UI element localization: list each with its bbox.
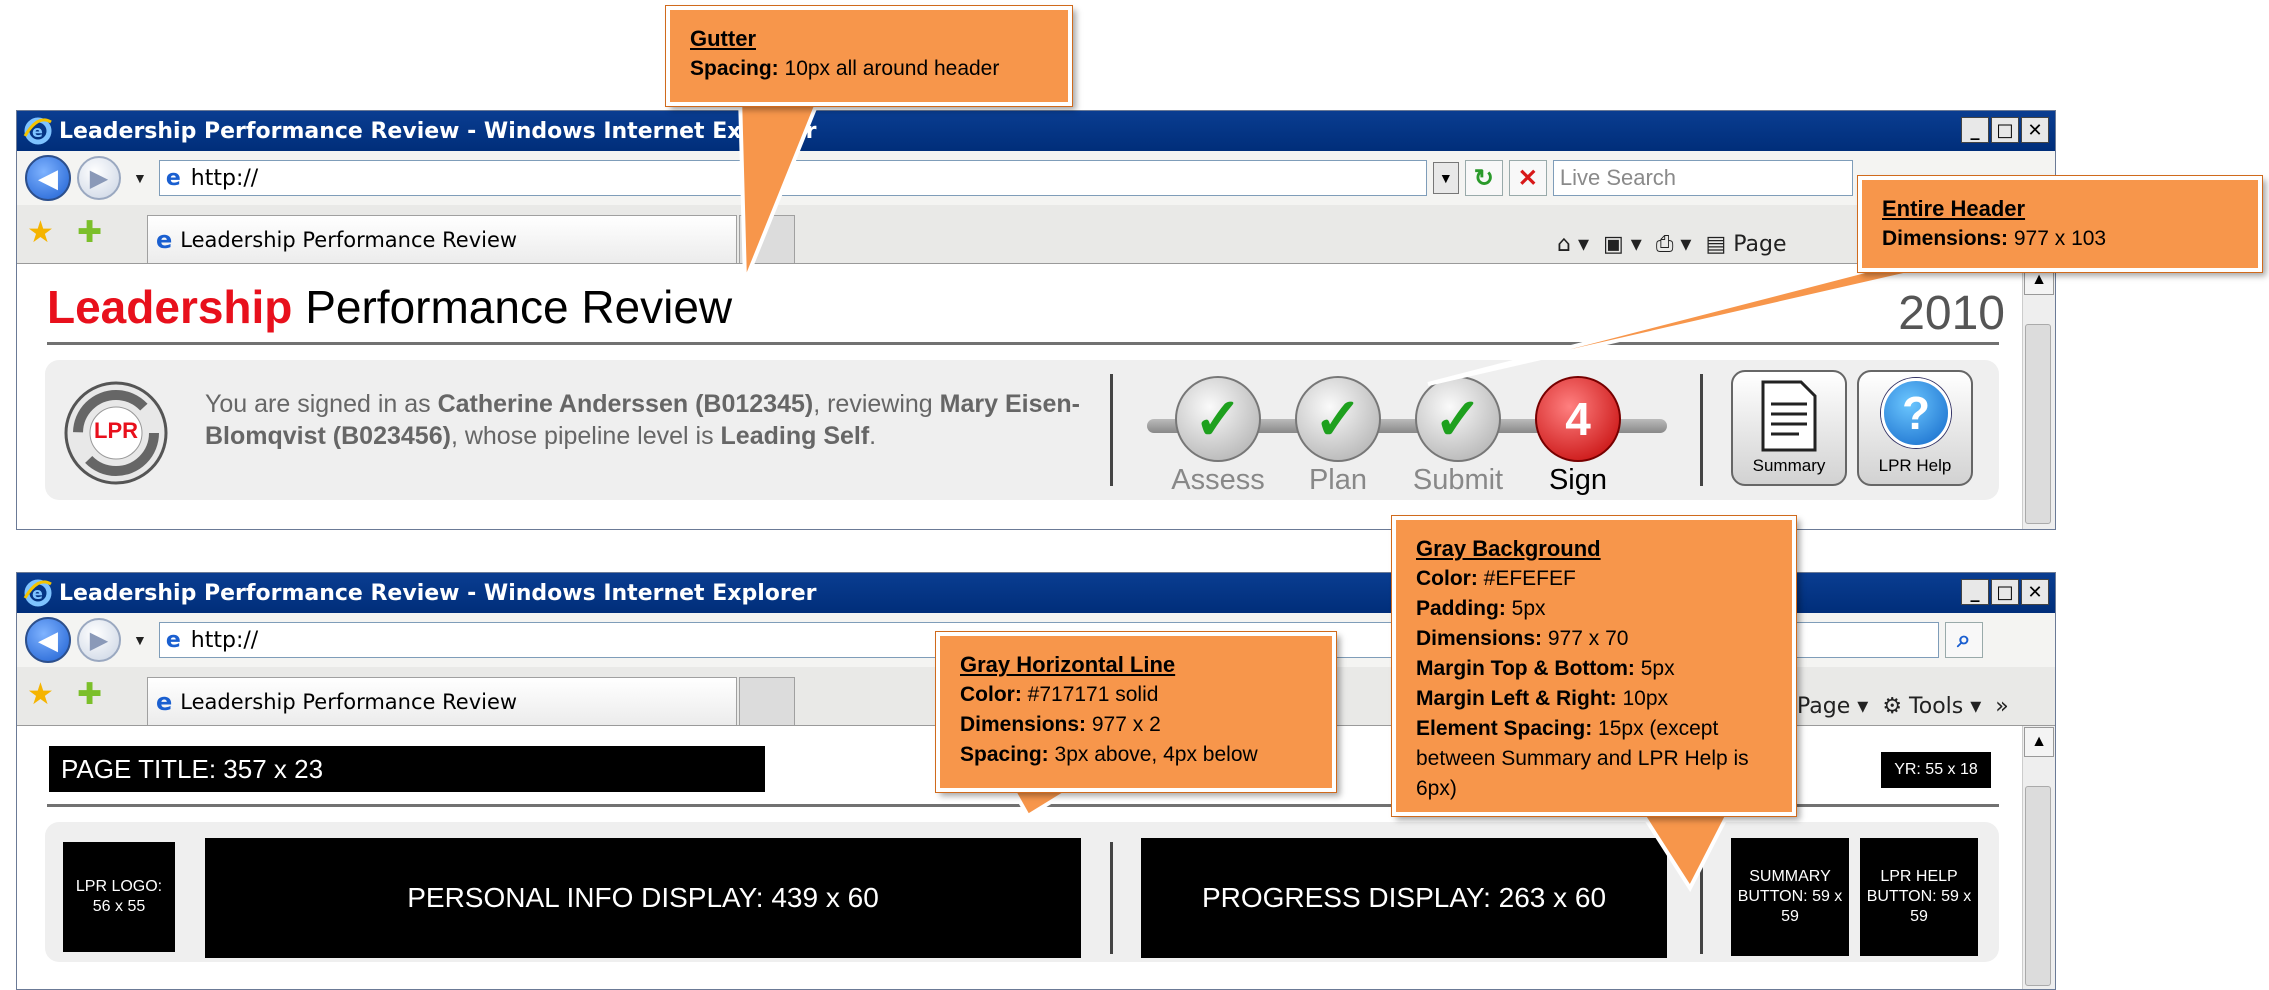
- callout-line: Padding: 5px: [1416, 594, 1772, 624]
- callout-value: 977 x 2: [1086, 713, 1161, 736]
- callout-line: Spacing: 3px above, 4px below: [960, 740, 1312, 770]
- callout-key: Color:: [1416, 567, 1478, 590]
- gutter-pointer: [737, 94, 823, 283]
- callout-key: Margin Left & Right:: [1416, 687, 1617, 710]
- callout-value: #717171 solid: [1021, 683, 1159, 706]
- callout-key: Spacing:: [690, 57, 779, 80]
- callout-key: Element Spacing:: [1416, 717, 1593, 740]
- callout-value: 3px above, 4px below: [1048, 743, 1258, 766]
- callout-value: 5px: [1505, 597, 1546, 620]
- callout-line: Color: #EFEFEF: [1416, 564, 1772, 594]
- entire-header-callout: Entire Header Dimensions: 977 x 103: [1858, 176, 2262, 272]
- callout-key: Dimensions:: [1882, 227, 2009, 250]
- callout-value: 5px: [1634, 657, 1675, 680]
- callout-key: Color:: [960, 683, 1022, 706]
- graybg-pointer: [1636, 808, 1734, 893]
- horizontal-line-callout: Gray Horizontal Line Color: #717171 soli…: [936, 632, 1336, 792]
- callout-key: Spacing:: [960, 743, 1049, 766]
- callout-title: Gutter: [690, 26, 756, 51]
- callout-title: Entire Header: [1882, 196, 2026, 221]
- callout-line: Margin Top & Bottom: 5px: [1416, 654, 1772, 684]
- callout-pointers: [737, 94, 1961, 893]
- callout-line: Dimensions: 977 x 70: [1416, 624, 1772, 654]
- gray-background-callout: Gray Background Color: #EFEFEF Padding: …: [1392, 516, 1796, 816]
- callout-key: Dimensions:: [960, 713, 1087, 736]
- callout-line: Dimensions: 977 x 2: [960, 710, 1312, 740]
- callout-title: Gray Background: [1416, 536, 1601, 561]
- callout-line: Color: #717171 solid: [960, 680, 1312, 710]
- callout-value: 977 x 103: [2008, 227, 2107, 250]
- callout-value: #EFEFEF: [1477, 567, 1576, 590]
- callout-title: Gray Horizontal Line: [960, 652, 1176, 677]
- callout-key: Padding:: [1416, 597, 1506, 620]
- callout-value: 977 x 70: [1542, 627, 1629, 650]
- gutter-callout: Gutter Spacing: 10px all around header: [666, 6, 1072, 106]
- callout-value: 10px all around header: [778, 57, 1000, 80]
- callout-line: Dimensions: 977 x 103: [1882, 224, 2238, 254]
- callout-value: 10px: [1616, 687, 1669, 710]
- callout-line: Element Spacing: 15px (except between Su…: [1416, 714, 1772, 804]
- callout-key: Margin Top & Bottom:: [1416, 657, 1635, 680]
- callout-line: Margin Left & Right: 10px: [1416, 684, 1772, 714]
- callout-line: Spacing: 10px all around header: [690, 54, 1048, 84]
- entire-header-pointer: [1427, 260, 1961, 386]
- callout-key: Dimensions:: [1416, 627, 1543, 650]
